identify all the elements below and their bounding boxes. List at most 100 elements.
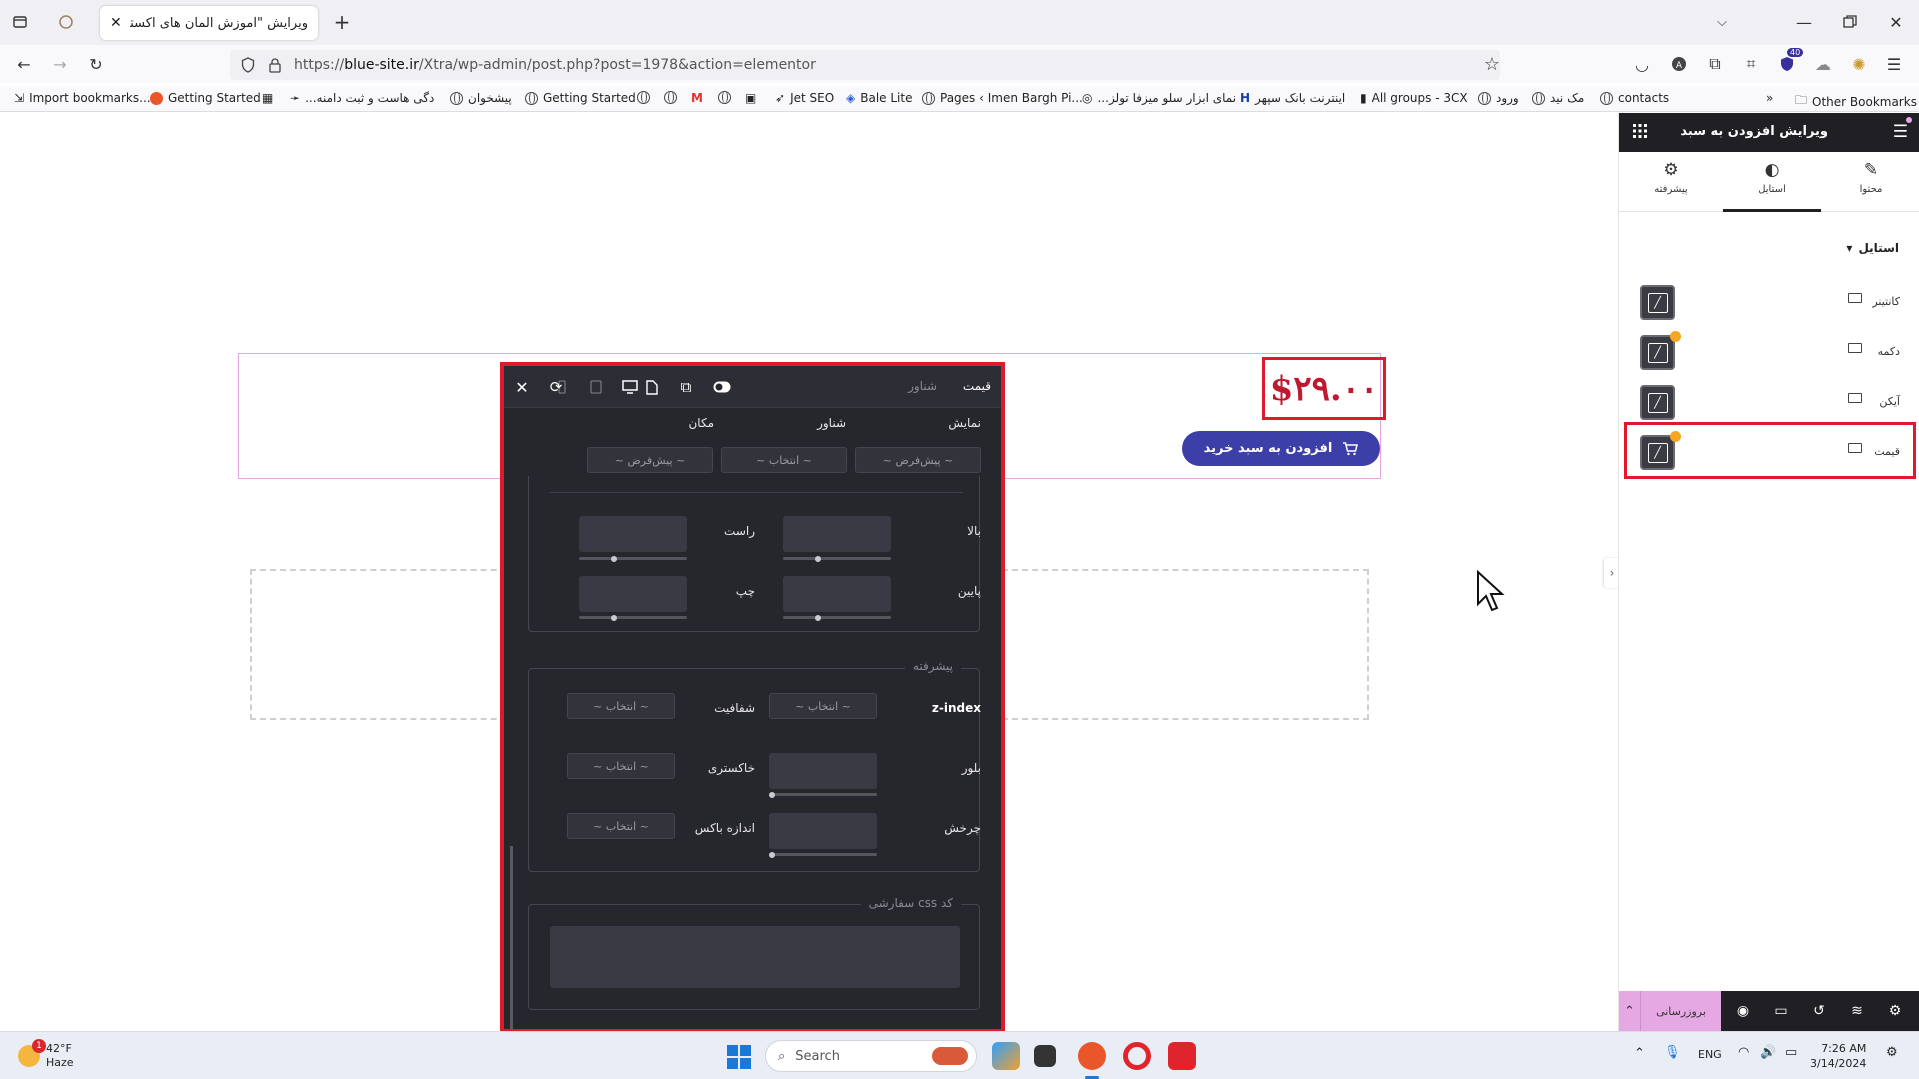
rotate-input[interactable]: [769, 813, 877, 849]
bottom-input[interactable]: [783, 576, 891, 612]
top-input[interactable]: [783, 516, 891, 552]
display-select[interactable]: ~ پیش‌فرض ~: [855, 447, 981, 473]
red-app-icon[interactable]: [1168, 1042, 1196, 1070]
hamburger-icon[interactable]: ☰: [1893, 122, 1908, 142]
price-element[interactable]: $۲۹.۰۰: [1262, 357, 1386, 420]
active-tab[interactable]: ویرایش "آموزش المان های اکسترا – ... ✕: [100, 6, 318, 40]
widgets-grid-icon[interactable]: [1633, 124, 1647, 138]
bookmark-dashboard[interactable]: پیشخوان: [450, 91, 512, 105]
pinned-tab-icon[interactable]: [56, 12, 76, 32]
zindex-select[interactable]: ~ انتخاب ~: [769, 693, 877, 719]
slider-knob[interactable]: [815, 555, 821, 562]
bookmark-sepah[interactable]: H اینترنت بانک سپهر: [1240, 91, 1345, 105]
page-icon[interactable]: [642, 377, 662, 397]
bookmark-import[interactable]: ⇲ Import bookmarks...: [14, 91, 151, 105]
slider-knob[interactable]: [815, 614, 821, 621]
floating-select[interactable]: ~ انتخاب ~: [721, 447, 847, 473]
add-to-cart-button[interactable]: افزودن به سبد خرید: [1182, 431, 1380, 466]
cloud-extension-icon[interactable]: ☁: [1813, 54, 1833, 74]
bookmark-getting-started[interactable]: Getting Started: [150, 91, 261, 105]
wifi-icon[interactable]: ◠: [1738, 1045, 1749, 1060]
other-bookmarks[interactable]: 🗀 Other Bookmarks: [1795, 91, 1917, 112]
tab-advanced[interactable]: ⚙ پیشرفته: [1626, 160, 1716, 210]
reload-icon[interactable]: ↻: [86, 54, 106, 74]
bookmark-contacts[interactable]: contacts: [1600, 91, 1669, 105]
bookmark-bale-lite[interactable]: ◈ Bale Lite: [846, 91, 912, 105]
system-clock[interactable]: 7:26 AM 3/14/2024: [1810, 1041, 1866, 1071]
preview-eye-icon[interactable]: ◉: [1733, 1001, 1753, 1021]
close-panel-icon[interactable]: ✕: [512, 377, 532, 397]
edit-style-button[interactable]: ╱: [1640, 285, 1675, 320]
pocket-icon[interactable]: ◡: [1632, 54, 1652, 74]
bookmark-globe-2[interactable]: [664, 91, 677, 104]
bookmark-mizfa[interactable]: ◎ ...نمای ابزار سلو میزفا تولز: [1082, 91, 1236, 105]
account-icon[interactable]: A: [1669, 54, 1689, 74]
style-row-icon[interactable]: آیکن ╱: [1619, 379, 1919, 425]
notification-icon[interactable]: ⚙: [1886, 1045, 1898, 1060]
desktop-icon[interactable]: [620, 377, 640, 397]
responsive-icon[interactable]: ▭: [1771, 1001, 1791, 1021]
language-indicator[interactable]: ENG: [1698, 1048, 1722, 1061]
bookmarks-overflow-icon[interactable]: »: [1766, 91, 1773, 105]
addon-icon[interactable]: ✺: [1849, 54, 1869, 74]
history-icon[interactable]: ↺: [1809, 1001, 1829, 1021]
bookmark-star-icon[interactable]: ☆: [1482, 54, 1502, 75]
copilot-app-icon[interactable]: [992, 1042, 1020, 1070]
bookmark-mac[interactable]: مک نید: [1532, 91, 1584, 105]
bookmark-host[interactable]: ➛ ...دگی هاست و ثبت دامنه: [290, 91, 434, 105]
start-button[interactable]: [727, 1045, 751, 1069]
restore-icon[interactable]: [1840, 12, 1860, 32]
weather-widget[interactable]: 1 42°F Haze: [18, 1039, 74, 1070]
back-icon[interactable]: ←: [14, 54, 34, 74]
position-select[interactable]: ~ پیش‌فرض ~: [587, 447, 713, 473]
close-window-icon[interactable]: ✕: [1886, 12, 1906, 32]
blur-input[interactable]: [769, 753, 877, 789]
lock-icon[interactable]: [265, 55, 285, 75]
tab-content[interactable]: ✎ محتوا: [1826, 160, 1916, 210]
layers-icon[interactable]: ≋: [1847, 1001, 1867, 1021]
menu-icon[interactable]: ☰: [1884, 54, 1904, 74]
settings-gear-icon[interactable]: ⚙: [1885, 1001, 1905, 1021]
extensions-icon[interactable]: ⧉: [1705, 54, 1725, 74]
tab-floating[interactable]: شناور: [908, 379, 937, 393]
microphone-icon[interactable]: 🎙: [1664, 1045, 1681, 1060]
bookmark-3cx[interactable]: ▮ All groups - 3CX: [1360, 91, 1468, 105]
edit-style-button[interactable]: ╱: [1640, 335, 1675, 370]
bookmark-calendar[interactable]: ▦: [262, 91, 273, 105]
bottom-slider[interactable]: [783, 614, 891, 621]
update-button[interactable]: بروزرسانی: [1641, 991, 1721, 1031]
extension-shield-icon[interactable]: 40: [1777, 48, 1804, 74]
top-slider[interactable]: [783, 555, 891, 562]
volume-icon[interactable]: 🔊: [1760, 1045, 1776, 1060]
shield-icon[interactable]: [238, 55, 258, 75]
slider-knob[interactable]: [611, 555, 617, 562]
custom-css-textarea[interactable]: [550, 926, 960, 988]
bookmark-pages[interactable]: Pages ‹ Imen Bargh Pi...: [922, 91, 1083, 105]
chevron-up-icon[interactable]: ⌃: [1619, 991, 1641, 1031]
minimize-icon[interactable]: —: [1794, 12, 1814, 32]
firefox-app-icon[interactable]: [1078, 1042, 1106, 1070]
bookmark-jet-seo[interactable]: ➶ Jet SEO: [775, 91, 834, 105]
left-input[interactable]: [579, 576, 687, 612]
left-slider[interactable]: [579, 614, 687, 621]
tab-close-icon[interactable]: ✕: [110, 15, 122, 31]
new-tab-icon[interactable]: +: [332, 10, 352, 34]
tablet-icon[interactable]: [586, 377, 606, 397]
bookmark-gmail[interactable]: M: [691, 91, 703, 105]
opera-app-icon[interactable]: [1123, 1042, 1151, 1070]
right-input[interactable]: [579, 516, 687, 552]
blur-slider[interactable]: [769, 791, 877, 798]
tab-style[interactable]: ◐ استایل: [1727, 160, 1817, 210]
opacity-select[interactable]: ~ انتخاب ~: [567, 693, 675, 719]
slider-knob[interactable]: [769, 851, 775, 858]
right-slider[interactable]: [579, 555, 687, 562]
grayscale-select[interactable]: ~ انتخاب ~: [567, 753, 675, 779]
taskbar-search[interactable]: ⌕ Search: [765, 1040, 977, 1072]
box-size-select[interactable]: ~ انتخاب ~: [567, 813, 675, 839]
edit-style-button[interactable]: ╱: [1640, 385, 1675, 420]
url-text[interactable]: https://blue-site.ir/Xtra/wp-admin/post.…: [294, 57, 816, 73]
crop-icon[interactable]: ⌗: [1741, 54, 1761, 74]
bookmark-app[interactable]: ▣: [745, 91, 756, 105]
bookmark-globe-1[interactable]: [637, 91, 650, 104]
battery-icon[interactable]: ▭: [1785, 1045, 1797, 1060]
